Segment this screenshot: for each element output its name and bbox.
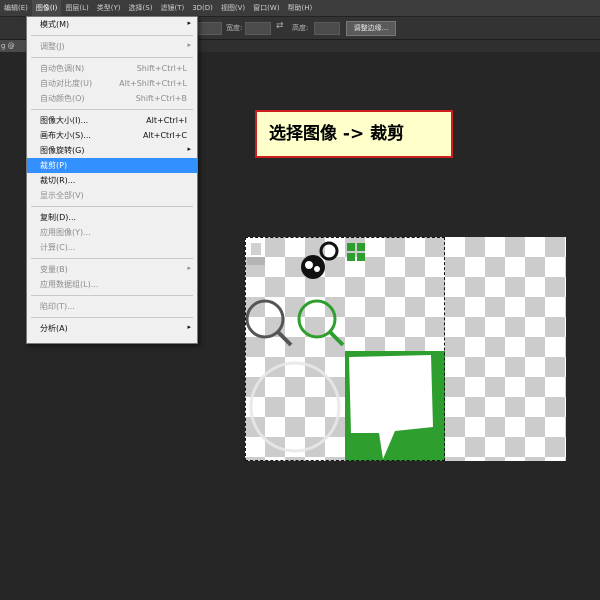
menu-separator xyxy=(31,317,193,318)
submenu-arrow-icon: ▸ xyxy=(187,264,191,272)
menu-item-shortcut: Shift+Ctrl+B xyxy=(135,94,187,103)
width-input[interactable] xyxy=(245,22,271,35)
menu-item-label: 裁剪(P) xyxy=(40,161,68,170)
menu-item-label: 自动色调(N) xyxy=(40,64,85,73)
menu-4[interactable]: 选择(S) xyxy=(125,0,157,16)
menu-separator xyxy=(31,206,193,207)
menu-item-2-1[interactable]: 自动对比度(U) Alt+Shift+Ctrl+L xyxy=(27,76,197,91)
menu-item-label: 分析(A) xyxy=(40,324,68,333)
menu-item-label: 显示全部(V) xyxy=(40,191,84,200)
menu-item-2-0[interactable]: 自动色调(N) Shift+Ctrl+L xyxy=(27,61,197,76)
menu-separator xyxy=(31,35,193,36)
menu-item-3-0[interactable]: 图像大小(I)... Alt+Ctrl+I xyxy=(27,113,197,128)
menu-2[interactable]: 图层(L) xyxy=(61,0,92,16)
submenu-arrow-icon: ▸ xyxy=(187,145,191,153)
menu-item-label: 计算(C)... xyxy=(40,243,76,252)
menu-item-5-1[interactable]: 应用数据组(L)... xyxy=(27,277,197,292)
menu-item-label: 画布大小(S)... xyxy=(40,131,91,140)
menu-item-shortcut: Alt+Shift+Ctrl+L xyxy=(119,79,187,88)
menu-3[interactable]: 类型(Y) xyxy=(93,0,125,16)
menu-item-3-3[interactable]: 裁剪(P) xyxy=(27,158,197,173)
menu-separator xyxy=(31,258,193,259)
marquee-style-select[interactable] xyxy=(198,22,222,35)
menu-5[interactable]: 滤镜(T) xyxy=(156,0,188,16)
menu-item-label: 调整(J) xyxy=(40,42,65,51)
menu-bar: 编辑(E) 图像(I) 图层(L) 类型(Y) 选择(S) 滤镜(T) 3D(D) 视图(V)… xyxy=(0,0,600,17)
menu-item-0-0[interactable]: 模式(M) ▸ xyxy=(27,17,197,32)
menu-item-label: 复制(D)... xyxy=(40,213,77,222)
height-input[interactable] xyxy=(314,22,340,35)
menu-8[interactable]: 窗口(W) xyxy=(249,0,283,16)
height-label: 高度: xyxy=(292,24,309,32)
menu-item-label: 模式(M) xyxy=(40,20,70,29)
menu-separator xyxy=(31,295,193,296)
menu-item-label: 裁切(R)... xyxy=(40,176,76,185)
refine-edge-button[interactable]: 调整边缘... xyxy=(346,21,396,36)
menu-item-label: 应用图像(Y)... xyxy=(40,228,91,237)
menu-item-3-1[interactable]: 画布大小(S)... Alt+Ctrl+C xyxy=(27,128,197,143)
menu-item-label: 自动对比度(U) xyxy=(40,79,93,88)
callout-annotation: 选择图像 -> 裁剪 xyxy=(255,110,453,158)
menu-item-4-1[interactable]: 应用图像(Y)... xyxy=(27,225,197,240)
menu-item-shortcut: Shift+Ctrl+L xyxy=(136,64,187,73)
document-tab[interactable]: g @ 452% xyxy=(0,40,27,52)
menu-6[interactable]: 3D(D) xyxy=(188,0,217,16)
swap-icon[interactable]: ⇄ xyxy=(276,21,284,31)
menu-item-label: 应用数据组(L)... xyxy=(40,280,99,289)
selection-marquee xyxy=(245,237,445,461)
menu-item-label: 自动颜色(O) xyxy=(40,94,85,103)
menu-separator xyxy=(31,57,193,58)
menu-item-4-2[interactable]: 计算(C)... xyxy=(27,240,197,255)
menu-item-3-4[interactable]: 裁切(R)... xyxy=(27,173,197,188)
menu-item-label: 图像旋转(G) xyxy=(40,146,85,155)
menu-item-label: 陷印(T)... xyxy=(40,302,75,311)
submenu-arrow-icon: ▸ xyxy=(187,19,191,27)
menu-item-label: 图像大小(I)... xyxy=(40,116,89,125)
menu-item-label: 变量(B) xyxy=(40,265,68,274)
menu-item-2-2[interactable]: 自动颜色(O) Shift+Ctrl+B xyxy=(27,91,197,106)
width-label: 宽度: xyxy=(226,24,243,32)
menu-item-7-0[interactable]: 分析(A) ▸ xyxy=(27,321,197,336)
menu-item-6-0[interactable]: 陷印(T)... xyxy=(27,299,197,314)
menu-item-3-5[interactable]: 显示全部(V) xyxy=(27,188,197,203)
menu-separator xyxy=(31,109,193,110)
menu-item-4-0[interactable]: 复制(D)... xyxy=(27,210,197,225)
menu-item-3-2[interactable]: 图像旋转(G) ▸ xyxy=(27,143,197,158)
menu-item-shortcut: Alt+Ctrl+I xyxy=(146,116,187,125)
submenu-arrow-icon: ▸ xyxy=(187,41,191,49)
menu-7[interactable]: 视图(V) xyxy=(217,0,249,16)
image-menu-dropdown: 模式(M) ▸ 调整(J) ▸ 自动色调(N) Shift+Ctrl+L 自动对比度(U) A… xyxy=(26,16,198,344)
menu-item-5-0[interactable]: 变量(B) ▸ xyxy=(27,262,197,277)
menu-1[interactable]: 图像(I) xyxy=(31,0,62,16)
menu-item-1-0[interactable]: 调整(J) ▸ xyxy=(27,39,197,54)
menu-0[interactable]: 编辑(E) xyxy=(0,0,32,16)
menu-9[interactable]: 帮助(H) xyxy=(284,0,317,16)
menu-item-shortcut: Alt+Ctrl+C xyxy=(142,131,187,140)
submenu-arrow-icon: ▸ xyxy=(187,323,191,331)
